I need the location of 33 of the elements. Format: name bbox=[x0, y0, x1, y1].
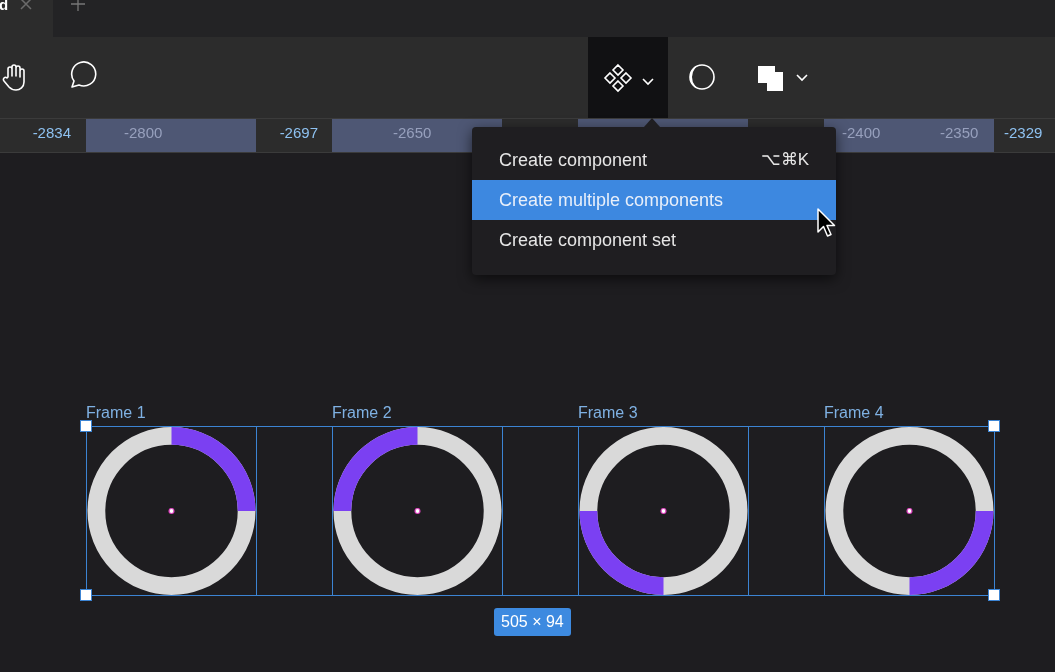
ruler-label: -2400 bbox=[842, 123, 881, 143]
progress-ring[interactable] bbox=[86, 426, 257, 596]
frame-label[interactable]: Frame 2 bbox=[332, 401, 392, 425]
chevron-down-icon bbox=[642, 77, 654, 86]
ruler-label: -2650 bbox=[393, 123, 432, 143]
menu-item-label: Create multiple components bbox=[499, 188, 724, 212]
progress-ring[interactable] bbox=[578, 426, 749, 596]
resize-handle[interactable] bbox=[988, 589, 1000, 601]
menu-item-label: Create component bbox=[499, 148, 648, 172]
menu-item[interactable]: Create component ⌥⌘K bbox=[472, 140, 836, 180]
contrast-icon[interactable] bbox=[688, 63, 716, 91]
progress-ring[interactable] bbox=[824, 426, 995, 596]
resize-handle[interactable] bbox=[988, 420, 1000, 432]
size-badge: 505 × 94 bbox=[494, 608, 571, 636]
comment-icon[interactable] bbox=[68, 61, 100, 91]
resize-handle[interactable] bbox=[80, 589, 92, 601]
chevron-down-icon bbox=[796, 74, 808, 82]
menu-item[interactable]: Create component set bbox=[472, 220, 836, 260]
cursor-icon bbox=[817, 208, 837, 238]
components-icon bbox=[602, 61, 634, 94]
ruler-label: -2800 bbox=[124, 123, 163, 143]
overlapping-squares-icon bbox=[756, 63, 786, 93]
frame-label[interactable]: Frame 1 bbox=[86, 401, 146, 425]
frame-label[interactable]: Frame 3 bbox=[578, 401, 638, 425]
components-menu-button[interactable] bbox=[588, 37, 668, 118]
ruler-label: -2350 bbox=[940, 123, 979, 143]
shortcut-label: ⌥⌘K bbox=[760, 149, 809, 172]
plus-icon[interactable] bbox=[70, 0, 86, 12]
resize-handle[interactable] bbox=[80, 420, 92, 432]
close-icon[interactable] bbox=[20, 0, 33, 10]
frame-label[interactable]: Frame 4 bbox=[824, 401, 884, 425]
menu-item-label: Create component set bbox=[499, 228, 677, 252]
progress-ring[interactable] bbox=[332, 426, 503, 596]
